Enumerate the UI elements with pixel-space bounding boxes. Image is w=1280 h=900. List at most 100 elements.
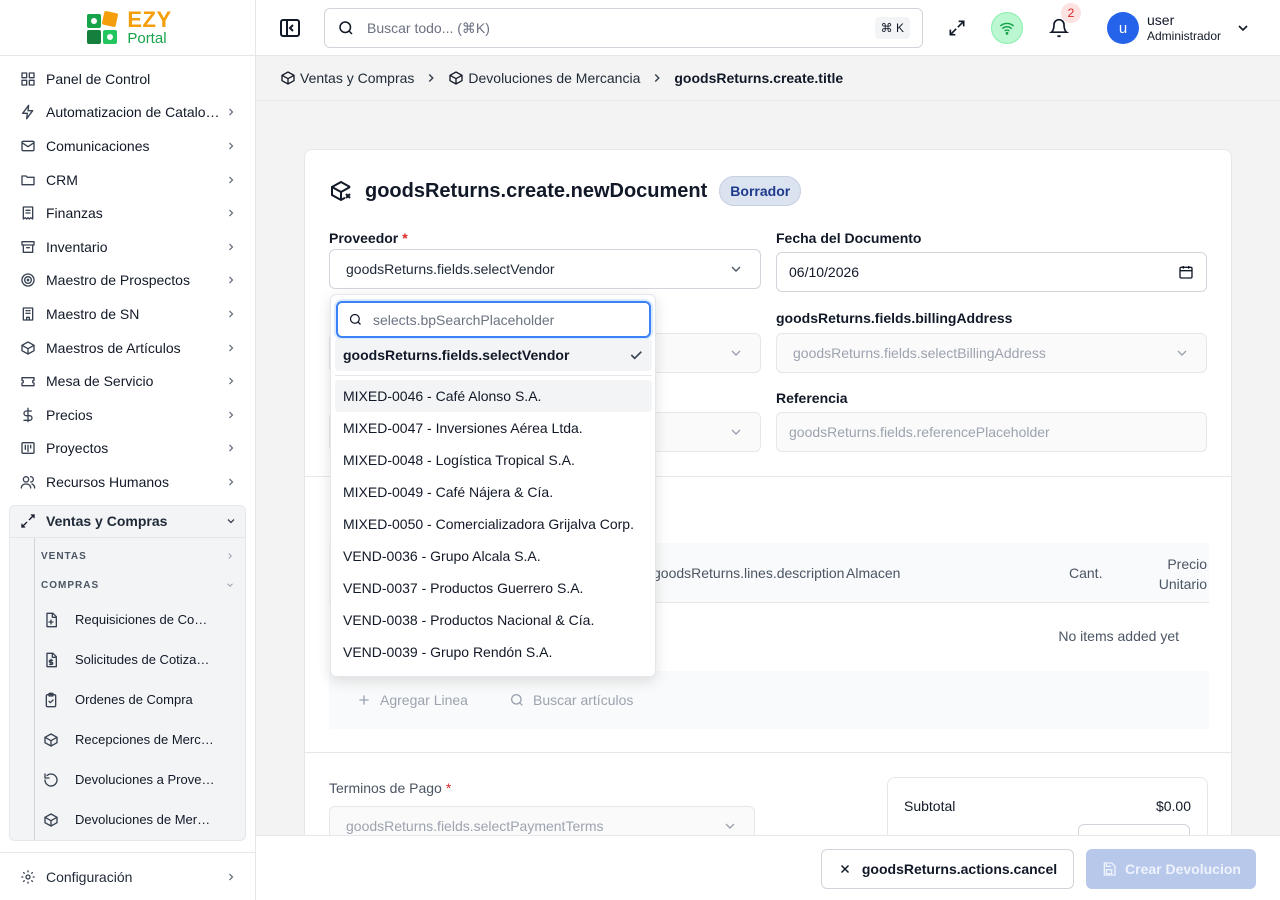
chevron-right-icon [229,344,234,351]
vendor-option[interactable]: MIXED-0046 - Café Alonso S.A. [335,380,652,412]
sidebar-subitem-label: Recepciones de Mercancía [75,732,215,748]
sidebar-item-automatizacion-de-catalogos[interactable]: Automatizacion de Catalogos [0,96,255,130]
sidebar-item-comunicaciones[interactable]: Comunicaciones [0,129,255,163]
reference-input[interactable]: goodsReturns.fields.referencePlaceholder [776,412,1207,452]
sidebar-item-finanzas[interactable]: Finanzas [0,196,255,230]
billing-address-label: goodsReturns.fields.billingAddress [776,310,1013,326]
sidebar-item-maestros-de-articulos[interactable]: Maestros de Artículos [0,331,255,365]
panel-left-icon [280,19,300,37]
sidebar-subitem-recepciones-de-mercancia[interactable]: Recepciones de Mercancía [35,720,245,760]
sidebar-subitem-devoluciones-de-mercancia[interactable]: Devoluciones de Mercancía [35,800,245,840]
vendor-option[interactable]: MIXED-0048 - Logística Tropical S.A. [335,444,652,476]
breadcrumb-item-ventas-compras[interactable]: Ventas y Compras [280,70,414,86]
section-divider [305,752,1231,753]
zap-icon [22,105,34,120]
global-search-input[interactable]: Buscar todo... (⌘K) ⌘ K [324,8,923,48]
payment-terms-label-text: Terminos de Pago [329,780,442,796]
sidebar-subitem-label: Ordenes de Compra [75,692,193,708]
sidebar-subitem-ordenes-de-compra[interactable]: Ordenes de Compra [35,680,245,720]
sidebar-item-mesa-de-servicio[interactable]: Mesa de Servicio [0,364,255,398]
vendor-option[interactable]: MIXED-0050 - Comercializadora Grijalva C… [335,508,652,540]
sidebar-subitem-label: Devoluciones a Proveedor [75,772,215,788]
notification-count-badge: 2 [1061,3,1081,23]
vendor-option[interactable]: VEND-0036 - Grupo Alcala S.A. [335,540,652,572]
breadcrumb-item-devoluciones[interactable]: Devoluciones de Mercancia [448,70,640,86]
sidebar-item-maestro-de-prospectos[interactable]: Maestro de Prospectos [0,264,255,298]
vendor-option[interactable]: MIXED-0047 - Inversiones Aérea Ltda. [335,412,652,444]
vendor-label: Proveedor * [329,230,408,246]
chevron-right-icon [229,108,234,116]
payment-terms-label: Terminos de Pago * [329,780,451,796]
search-items-button[interactable]: Buscar artículos [509,685,633,715]
kanban-icon [21,442,35,455]
file-dollar-icon [46,652,57,668]
cancel-button[interactable]: goodsReturns.actions.cancel [821,849,1074,889]
payment-terms-placeholder: goodsReturns.fields.selectPaymentTerms [346,818,604,834]
sidebar-item-label: Finanzas [46,205,103,222]
box-icon [44,733,58,747]
search-icon [339,21,353,35]
fullscreen-button[interactable] [941,12,973,44]
sidebar-item-panel-de-control[interactable]: Panel de Control [0,62,255,96]
sidebar-section-ventas[interactable]: VENTAS [35,542,245,571]
status-badge: Borrador [719,176,802,206]
chevron-right-icon [229,243,234,251]
billing-address-select[interactable]: goodsReturns.fields.selectBillingAddress [776,333,1207,373]
sidebar-item-crm[interactable]: CRM [0,163,255,197]
chevron-right-icon [228,553,232,560]
vendor-search-field[interactable] [336,301,651,338]
box-return-icon [331,180,351,202]
sidebar-toggle-button[interactable] [278,16,302,40]
shortcut-hint: ⌘ K [874,17,910,39]
chevron-right-icon [229,176,234,184]
vendor-search-input[interactable] [373,311,639,328]
vendor-option[interactable]: VEND-0038 - Productos Nacional & Cía. [335,604,652,636]
chevron-right-icon [655,73,661,83]
sidebar-subitem-requisiciones-de-compra[interactable]: Requisiciones de Compra [35,600,245,640]
connection-status-button[interactable] [991,12,1023,44]
dollar-icon [23,407,33,423]
chevron-down-icon [1177,350,1187,356]
create-return-button[interactable]: Crear Devolucion [1086,849,1256,889]
rotate-icon [44,773,58,787]
vendor-option[interactable]: VEND-0037 - Productos Guerrero S.A. [335,572,652,604]
document-date-input[interactable]: 06/10/2026 [776,252,1207,292]
sidebar-item-label: Inventario [46,238,108,255]
notifications-button[interactable]: 2 [1043,3,1081,44]
sidebar-item-maestro-de-sn[interactable]: Maestro de SN [0,297,255,331]
sidebar-group-header[interactable]: Ventas y Compras [10,506,245,538]
sidebar-group-ventas-y-compras: Ventas y Compras VENTAS COMPRAS Requisic… [9,504,246,841]
search-items-label: Buscar artículos [533,692,634,708]
sidebar-subitem-devoluciones-a-proveedor[interactable]: Devoluciones a Proveedor [35,760,245,800]
sidebar-item-label: Comunicaciones [46,137,150,154]
vendor-select[interactable]: goodsReturns.fields.selectVendor [329,249,761,289]
sidebar-item-configuracion[interactable]: Configuración [0,852,255,900]
chevron-right-icon [229,873,234,880]
add-line-button[interactable]: Agregar Linea [356,685,468,715]
breadcrumb-label: Devoluciones de Mercancia [468,70,641,86]
vendor-option[interactable]: VEND-0039 - Grupo Rendón S.A. [335,636,652,668]
sidebar-subitem-solicitudes-de-cotizacion[interactable]: Solicitudes de Cotización [35,640,245,680]
reference-label: Referencia [776,390,848,406]
box-icon [281,71,295,85]
sidebar-section-compras[interactable]: COMPRAS [35,571,245,600]
ticket-icon [21,377,35,387]
file-plus-icon [46,612,57,628]
sidebar-item-precios[interactable]: Precios [0,398,255,432]
sidebar-item-inventario[interactable]: Inventario [0,230,255,264]
sidebar-item-recursos-humanos[interactable]: Recursos Humanos [0,465,255,499]
logo[interactable]: EZY Portal [83,8,171,48]
vendor-option-selected[interactable]: goodsReturns.fields.selectVendor [335,339,652,371]
user-menu[interactable]: u user Administrador [1107,12,1251,44]
vendor-option[interactable]: MIXED-0049 - Café Nájera & Cía. [335,476,652,508]
search-icon [349,313,361,325]
breadcrumb-label: Ventas y Compras [300,70,415,86]
folder-icon [21,174,35,185]
wifi-icon [999,22,1015,35]
vendor-option-list: MIXED-0046 - Café Alonso S.A. MIXED-0047 … [335,380,652,668]
archive-icon [21,240,35,253]
receipt-icon [22,206,34,220]
sidebar-item-proyectos[interactable]: Proyectos [0,432,255,466]
chevron-right-icon [229,209,234,217]
empty-lines-message: No items added yet [1058,628,1179,644]
